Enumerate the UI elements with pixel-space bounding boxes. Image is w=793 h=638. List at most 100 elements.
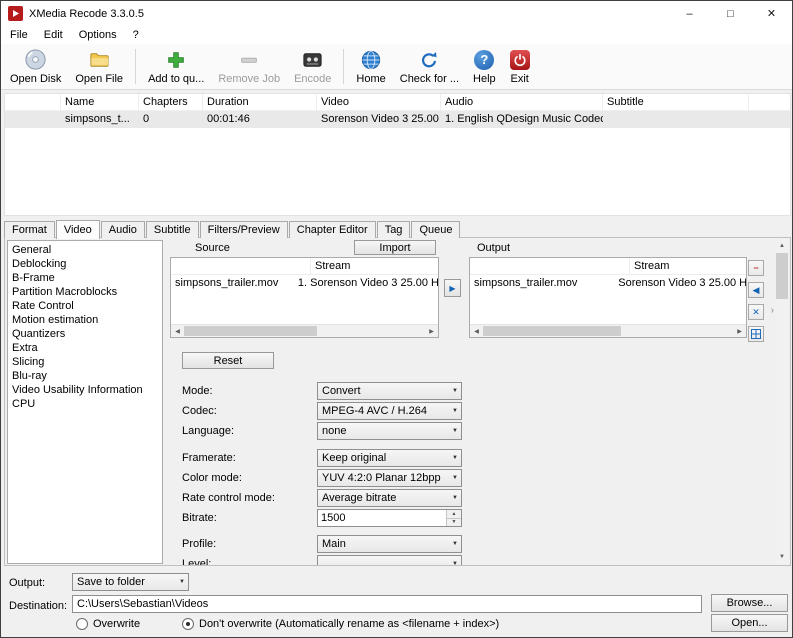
column-header-duration[interactable]: Duration [203, 94, 317, 110]
check-updates-button[interactable]: Check for ... [393, 45, 466, 88]
scroll-left-icon[interactable]: ◀ [470, 325, 483, 337]
section-video-usability-information[interactable]: Video Usability Information [9, 383, 161, 397]
tab-format[interactable]: Format [4, 221, 55, 238]
framerate-row: Framerate: Keep original ▼ [182, 449, 472, 467]
section-b-frame[interactable]: B-Frame [9, 271, 161, 285]
close-button[interactable]: ✕ [751, 1, 792, 26]
tab-filters-preview[interactable]: Filters/Preview [200, 221, 288, 238]
dont-overwrite-radio-group[interactable]: Don't overwrite (Automatically rename as… [182, 617, 499, 631]
section-motion-estimation[interactable]: Motion estimation [9, 313, 161, 327]
output-file-column[interactable] [470, 258, 630, 274]
home-button[interactable]: Home [349, 45, 392, 88]
source-file-column[interactable] [171, 258, 311, 274]
scrollbar-thumb[interactable] [184, 326, 317, 336]
help-button[interactable]: ? Help [466, 45, 503, 88]
bitrate-input[interactable] [318, 510, 446, 526]
tab-audio[interactable]: Audio [101, 221, 145, 238]
source-horizontal-scrollbar[interactable]: ◀ ▶ [171, 324, 438, 337]
menu-edit[interactable]: Edit [36, 27, 71, 43]
output-horizontal-scrollbar[interactable]: ◀ ▶ [470, 324, 746, 337]
profile-select[interactable]: Main ▼ [317, 535, 462, 553]
open-button[interactable]: Open... [711, 614, 788, 632]
tab-chapter-editor[interactable]: Chapter Editor [289, 221, 376, 238]
column-header-icon[interactable] [5, 94, 61, 110]
output-mode-select[interactable]: Save to folder ▼ [72, 573, 189, 591]
menu-help[interactable]: ? [125, 27, 147, 43]
tab-video[interactable]: Video [56, 220, 100, 239]
output-stream-table: Stream simpsons_trailer.mov Sorenson Vid… [469, 257, 747, 338]
encode-button[interactable]: Encode [287, 45, 338, 88]
maximize-button[interactable]: □ [710, 1, 751, 26]
source-stream-row[interactable]: simpsons_trailer.mov 1. Sorenson Video 3… [171, 275, 438, 291]
overwrite-radio[interactable] [76, 618, 88, 630]
level-select[interactable]: ▼ [317, 555, 462, 566]
clear-streams-button[interactable]: ✕ [748, 304, 764, 320]
vertical-scrollbar[interactable]: ▲ ▼ [775, 239, 789, 564]
exit-button[interactable]: Exit [503, 45, 537, 88]
dont-overwrite-radio[interactable] [182, 618, 194, 630]
framerate-select[interactable]: Keep original ▼ [317, 449, 462, 467]
section-quantizers[interactable]: Quantizers [9, 327, 161, 341]
section-deblocking[interactable]: Deblocking [9, 257, 161, 271]
tab-tag[interactable]: Tag [377, 221, 411, 238]
source-file-cell: simpsons_trailer.mov [171, 275, 294, 291]
section-cpu[interactable]: CPU [9, 397, 161, 411]
job-row[interactable]: simpsons_t... 0 00:01:46 Sorenson Video … [5, 111, 790, 128]
grid-button[interactable] [748, 326, 764, 342]
remove-job-button[interactable]: Remove Job [211, 45, 287, 88]
column-header-audio[interactable]: Audio [441, 94, 603, 110]
browse-button[interactable]: Browse... [711, 594, 788, 612]
source-stream-column[interactable]: Stream [311, 258, 354, 274]
column-header-chapters[interactable]: Chapters [139, 94, 203, 110]
mode-select[interactable]: Convert ▼ [317, 382, 462, 400]
menu-options[interactable]: Options [71, 27, 125, 43]
minimize-button[interactable]: – [669, 1, 710, 26]
add-to-queue-button[interactable]: Add to qu... [141, 45, 211, 88]
scroll-left-icon[interactable]: ◀ [171, 325, 184, 337]
job-cell-chapters: 0 [139, 111, 203, 128]
job-cell-subtitle [603, 111, 749, 128]
section-extra[interactable]: Extra [9, 341, 161, 355]
scroll-down-icon[interactable]: ▼ [775, 550, 789, 564]
scroll-up-icon[interactable]: ▲ [775, 239, 789, 253]
scrollbar-thumb[interactable] [776, 253, 788, 299]
transfer-stream-button[interactable]: ▶ [444, 279, 461, 297]
encode-icon [301, 48, 324, 71]
column-header-name[interactable]: Name [61, 94, 139, 110]
section-blu-ray[interactable]: Blu-ray [9, 369, 161, 383]
bitrate-spinner: ▲ ▼ [317, 509, 462, 527]
open-file-button[interactable]: Open File [68, 45, 130, 88]
scrollbar-thumb[interactable] [483, 326, 621, 336]
overwrite-radio-group[interactable]: Overwrite [76, 617, 140, 631]
tab-subtitle[interactable]: Subtitle [146, 221, 199, 238]
output-file-cell: simpsons_trailer.mov [470, 275, 614, 291]
import-button[interactable]: Import [354, 240, 436, 255]
output-stream-column[interactable]: Stream [630, 258, 673, 274]
section-partition-macroblocks[interactable]: Partition Macroblocks [9, 285, 161, 299]
scroll-right-icon[interactable]: ▶ [425, 325, 438, 337]
tab-queue[interactable]: Queue [411, 221, 460, 238]
section-rate-control[interactable]: Rate Control [9, 299, 161, 313]
destination-path-input[interactable] [72, 595, 702, 613]
remove-stream-button[interactable]: − [748, 260, 764, 276]
codec-select[interactable]: MPEG-4 AVC / H.264 ▼ [317, 402, 462, 420]
rate-control-mode-select[interactable]: Average bitrate ▼ [317, 489, 462, 507]
color-mode-select[interactable]: YUV 4:2:0 Planar 12bpp ▼ [317, 469, 462, 487]
output-stream-row[interactable]: simpsons_trailer.mov Sorenson Video 3 25… [470, 275, 746, 291]
column-header-video[interactable]: Video [317, 94, 441, 110]
language-select[interactable]: none ▼ [317, 422, 462, 440]
scroll-right-icon[interactable]: ▶ [733, 325, 746, 337]
section-general[interactable]: General [9, 243, 161, 257]
chevron-down-icon: ▼ [452, 561, 458, 566]
menu-file[interactable]: File [2, 27, 36, 43]
spin-up-icon[interactable]: ▲ [447, 510, 461, 518]
chevron-down-icon: ▼ [179, 579, 185, 585]
spin-down-icon[interactable]: ▼ [447, 518, 461, 527]
open-disk-button[interactable]: Open Disk [3, 45, 68, 88]
expand-chevron-icon[interactable]: › [771, 305, 774, 316]
move-back-button[interactable]: ◀ [748, 282, 764, 298]
section-slicing[interactable]: Slicing [9, 355, 161, 369]
column-header-subtitle[interactable]: Subtitle [603, 94, 749, 110]
video-tab-panel: General Deblocking B-Frame Partition Mac… [4, 237, 791, 566]
reset-button[interactable]: Reset [182, 352, 274, 369]
